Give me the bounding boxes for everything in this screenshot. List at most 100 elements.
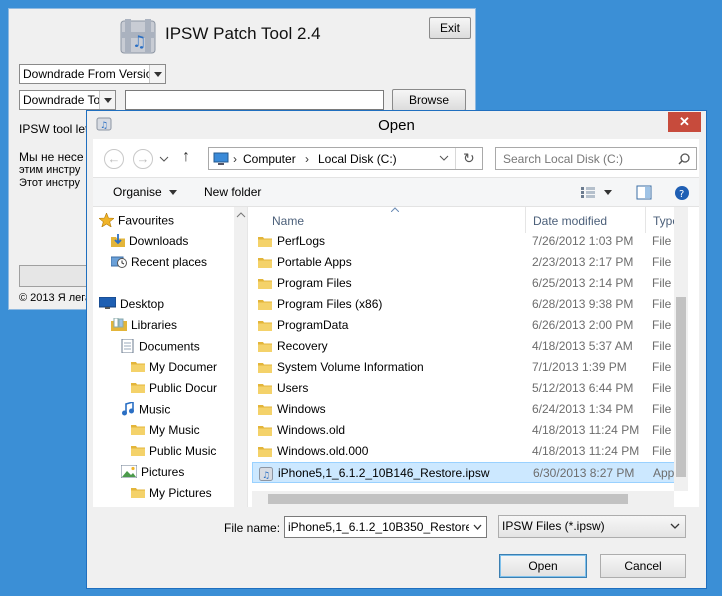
file-row[interactable]: Windows.old 4/18/2013 11:24 PM File fol (252, 420, 688, 441)
file-name-input[interactable]: iPhone5,1_6.1.2_10B350_Restore.ip (284, 516, 487, 538)
organise-label: Organise (113, 185, 162, 199)
arrow-right-icon: → (136, 151, 150, 166)
column-separator[interactable] (645, 207, 646, 233)
file-type-select[interactable]: IPSW Files (*.ipsw) (498, 515, 686, 538)
file-date: 2/23/2013 2:17 PM (532, 255, 634, 269)
nav-item-label: Public Docur (149, 381, 218, 395)
file-row[interactable]: Program Files (x86) 6/28/2013 9:38 PM File… (252, 294, 688, 315)
folder-icon (258, 424, 272, 436)
open-button[interactable]: Open (499, 554, 587, 578)
nav-item[interactable]: My Music (131, 423, 200, 443)
file-row[interactable]: Portable Apps 2/23/2013 2:17 PM File fol (252, 252, 688, 273)
nav-item[interactable]: Public Docur (131, 381, 217, 401)
nav-item[interactable]: Music (121, 400, 170, 422)
nav-item[interactable]: Downloads (111, 234, 188, 254)
browse-button[interactable]: Browse (392, 89, 466, 111)
nav-item-label: Recent places (131, 255, 208, 270)
preview-pane-icon[interactable] (636, 185, 652, 200)
file-list-vertical-scrollbar[interactable] (674, 207, 688, 491)
file-row[interactable]: Recovery 4/18/2013 5:37 AM File fol (252, 336, 688, 357)
column-separator[interactable] (525, 207, 526, 233)
dialog-titlebar[interactable]: ♫ Open ✕ (87, 111, 706, 139)
chevron-down-icon (169, 190, 178, 195)
organise-button[interactable]: Organise (113, 185, 178, 199)
file-name: Windows (277, 402, 326, 416)
file-row[interactable]: Program Files 6/25/2013 2:14 PM File fol (252, 273, 688, 294)
close-button[interactable]: ✕ (668, 112, 701, 132)
path-input[interactable] (125, 90, 384, 110)
breadcrumb-separator-icon: › (305, 152, 309, 166)
folder-icon (258, 382, 272, 394)
vertical-scroll-thumb[interactable] (676, 297, 686, 477)
file-row-selected[interactable]: ♫ iPhone5,1_6.1.2_10B146_Restore.ipsw 6/30… (252, 462, 688, 483)
file-row[interactable]: Users 5/12/2013 6:44 PM File fol (252, 378, 688, 399)
file-name-dropdown[interactable] (469, 517, 486, 537)
nav-item-label: Favourites (118, 213, 175, 228)
nav-item-label: Documents (139, 339, 200, 354)
nav-scrollbar[interactable] (234, 207, 248, 507)
refresh-icon[interactable]: ↻ (463, 150, 475, 167)
dialog-title: Open (378, 117, 415, 134)
chevron-down-icon[interactable] (604, 190, 612, 196)
file-name: Portable Apps (277, 255, 352, 269)
target-select[interactable]: Downdrade To (19, 90, 116, 110)
breadcrumb-local-disk[interactable]: Local Disk (C:) (318, 152, 397, 166)
nav-item[interactable]: My Pictures (131, 486, 212, 506)
file-name: Windows.old.000 (277, 444, 369, 458)
scroll-up-icon[interactable] (234, 210, 248, 220)
column-header-row: Name Date modified Type (252, 207, 688, 233)
nav-item[interactable]: Pictures (120, 464, 185, 485)
file-date: 6/25/2013 2:14 PM (532, 276, 634, 290)
nav-item-label: Public Music (149, 444, 217, 458)
search-input[interactable]: Search Local Disk (C:) (495, 147, 697, 170)
new-folder-button[interactable]: New folder (204, 185, 261, 199)
file-name: Recovery (277, 339, 328, 353)
nav-item[interactable]: Recent places (110, 255, 208, 275)
breadcrumb-computer[interactable]: Computer (243, 152, 296, 166)
chevron-down-icon[interactable] (439, 155, 449, 163)
file-date: 5/12/2013 6:44 PM (532, 381, 634, 395)
horizontal-scroll-thumb[interactable] (268, 494, 628, 504)
up-button[interactable]: ↑ (182, 148, 190, 166)
column-header-name[interactable]: Name (272, 214, 304, 228)
back-button[interactable]: ← (104, 149, 124, 169)
app-info-line: этим инстру (19, 164, 81, 176)
forward-button[interactable]: → (133, 149, 153, 169)
file-list-horizontal-scrollbar[interactable] (252, 491, 674, 507)
dialog-frame-right (699, 139, 706, 588)
nav-item[interactable]: Favourites (98, 212, 175, 233)
file-type-value: IPSW Files (*.ipsw) (502, 519, 605, 533)
file-row[interactable]: ProgramData 6/26/2013 2:00 PM File fol (252, 315, 688, 336)
folder-icon (131, 444, 145, 459)
file-row[interactable]: System Volume Information 7/1/2013 1:39 P… (252, 357, 688, 378)
nav-item[interactable]: Public Music (131, 444, 216, 464)
view-options-icon[interactable] (580, 186, 596, 199)
address-bar[interactable]: › Computer › Local Disk (C:) ↻ (208, 147, 483, 170)
folder-icon (131, 423, 145, 438)
folder-icon (258, 445, 272, 457)
chevron-down-icon (99, 91, 115, 109)
help-icon[interactable]: ? (674, 185, 690, 201)
file-name: ProgramData (277, 318, 349, 332)
nav-item-label: Pictures (141, 465, 185, 480)
documents-icon (121, 338, 135, 356)
ipsw-file-icon: ♫ (259, 467, 273, 481)
recent-locations-dropdown[interactable] (159, 153, 169, 163)
cancel-button[interactable]: Cancel (600, 554, 686, 578)
exit-button[interactable]: Exit (429, 17, 471, 39)
file-row[interactable]: Windows.old.000 4/18/2013 11:24 PM File fo… (252, 441, 688, 462)
nav-item[interactable]: Libraries (111, 317, 177, 338)
mode-select[interactable]: Downdrade From Version (19, 64, 166, 84)
nav-item[interactable]: Desktop (98, 296, 164, 317)
progress-bar (19, 265, 89, 287)
column-header-date[interactable]: Date modified (533, 214, 607, 228)
arrow-up-icon: ↑ (182, 148, 190, 165)
libraries-icon (111, 317, 127, 334)
nav-item[interactable]: My Documer (131, 360, 217, 380)
file-row[interactable]: PerfLogs 7/26/2012 1:03 PM File fol (252, 231, 688, 252)
chevron-down-icon (149, 65, 165, 83)
file-name: Users (277, 381, 309, 395)
svg-text:?: ? (679, 189, 684, 200)
nav-item[interactable]: Documents (121, 338, 200, 359)
file-row[interactable]: Windows 6/24/2013 1:34 PM File fol (252, 399, 688, 420)
